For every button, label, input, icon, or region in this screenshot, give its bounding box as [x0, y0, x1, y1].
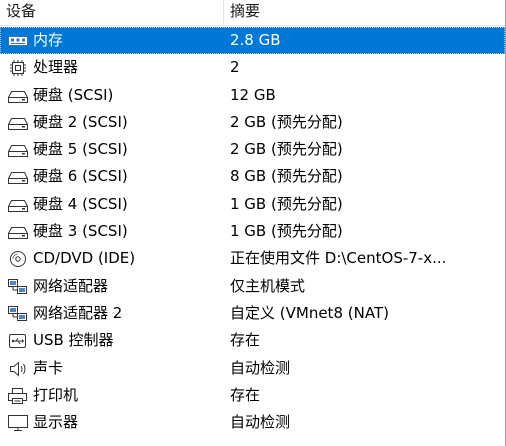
device-name: 打印机: [33, 385, 79, 404]
device-summary: 自动检测: [230, 413, 291, 432]
device-name: 硬盘 4 (SCSI): [33, 194, 128, 213]
hard-disk-icon: [7, 168, 29, 186]
hard-disk-icon: [7, 141, 29, 159]
device-summary: 8 GB (预先分配): [230, 167, 343, 186]
cpu-icon: [7, 59, 29, 77]
device-summary: 自动检测: [230, 358, 291, 377]
device-name: 显示器: [33, 413, 79, 432]
device-name: 硬盘 5 (SCSI): [33, 140, 128, 159]
column-header-device[interactable]: 设备: [6, 0, 36, 25]
device-row[interactable]: CD/DVD (IDE) 正在使用文件 D:\CentOS-7-x...: [0, 245, 505, 272]
device-name: 内存: [33, 31, 64, 49]
device-summary: 2: [230, 58, 240, 77]
device-rows: 内存 2.8 GB 处理器 2 硬盘 (SCSI) 12 GB 硬盘 2 (SCSI) 2 G…: [0, 27, 505, 436]
hard-disk-icon: [7, 114, 29, 132]
display-icon: [7, 414, 29, 432]
device-summary: 1 GB (预先分配): [230, 194, 343, 213]
device-summary: 存在: [230, 385, 261, 404]
device-summary: 仅主机模式: [230, 276, 306, 295]
device-row[interactable]: 硬盘 3 (SCSI) 1 GB (预先分配): [0, 218, 505, 245]
cd-dvd-icon: [7, 250, 29, 268]
device-summary: 自定义 (VMnet8 (NAT): [230, 303, 389, 322]
device-summary: 2 GB (预先分配): [230, 112, 343, 131]
device-row[interactable]: 网络适配器 2 自定义 (VMnet8 (NAT): [0, 300, 505, 327]
device-summary: 12 GB: [230, 85, 276, 104]
device-row[interactable]: 硬盘 2 (SCSI) 2 GB (预先分配): [0, 109, 505, 136]
device-summary: 2.8 GB: [230, 31, 281, 49]
device-row[interactable]: 内存 2.8 GB: [0, 27, 505, 55]
device-row[interactable]: 网络适配器 仅主机模式: [0, 273, 505, 300]
device-row[interactable]: 硬盘 (SCSI) 12 GB: [0, 82, 505, 109]
usb-icon: [7, 332, 29, 350]
hard-disk-icon: [7, 87, 29, 105]
memory-icon: [7, 32, 29, 50]
hardware-device-list: 设备 摘要 内存 2.8 GB 处理器 2 硬盘 (SCSI) 12 GB 硬盘 2 (SC…: [0, 0, 506, 446]
device-name: CD/DVD (IDE): [33, 249, 136, 268]
device-name: 硬盘 3 (SCSI): [33, 222, 128, 241]
device-row[interactable]: 打印机 存在: [0, 382, 505, 409]
speaker-icon: [7, 360, 29, 378]
device-name: 硬盘 6 (SCSI): [33, 167, 128, 186]
device-name: 硬盘 2 (SCSI): [33, 112, 128, 131]
list-header: 设备 摘要: [0, 0, 505, 26]
network-adapter-icon: [7, 305, 29, 323]
device-name: 网络适配器: [33, 276, 109, 295]
column-separator[interactable]: [223, 0, 224, 25]
device-row[interactable]: USB 控制器 存在: [0, 327, 505, 354]
device-name: 网络适配器 2: [33, 303, 123, 322]
device-summary: 正在使用文件 D:\CentOS-7-x...: [230, 249, 447, 268]
device-name: 声卡: [33, 358, 64, 377]
device-row[interactable]: 处理器 2: [0, 54, 505, 81]
device-row[interactable]: 硬盘 4 (SCSI) 1 GB (预先分配): [0, 191, 505, 218]
device-row[interactable]: 显示器 自动检测: [0, 409, 505, 436]
device-row[interactable]: 硬盘 5 (SCSI) 2 GB (预先分配): [0, 136, 505, 163]
device-row[interactable]: 声卡 自动检测: [0, 355, 505, 382]
device-name: USB 控制器: [33, 331, 114, 350]
device-summary: 2 GB (预先分配): [230, 140, 343, 159]
device-row[interactable]: 硬盘 6 (SCSI) 8 GB (预先分配): [0, 163, 505, 190]
device-name: 处理器: [33, 58, 79, 77]
device-summary: 1 GB (预先分配): [230, 222, 343, 241]
printer-icon: [7, 387, 29, 405]
hard-disk-icon: [7, 196, 29, 214]
column-header-summary[interactable]: 摘要: [230, 0, 260, 25]
device-name: 硬盘 (SCSI): [33, 85, 114, 104]
network-adapter-icon: [7, 278, 29, 296]
hard-disk-icon: [7, 223, 29, 241]
device-summary: 存在: [230, 331, 261, 350]
